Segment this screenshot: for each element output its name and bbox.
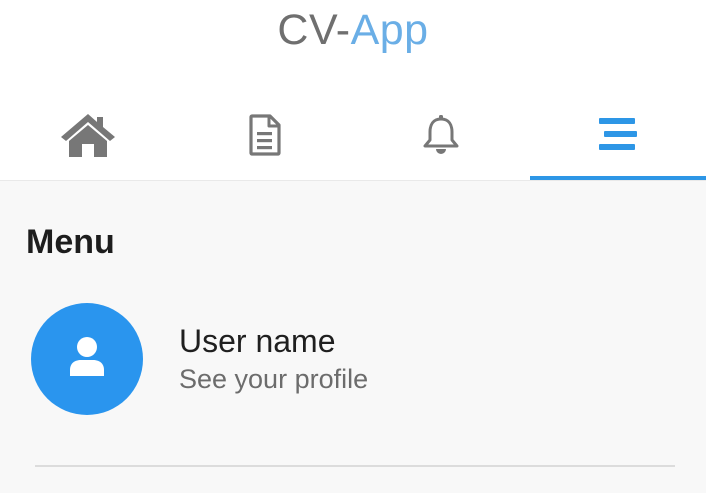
app-header: CV-App [0, 0, 706, 180]
bell-icon [422, 114, 460, 156]
app-title-prefix: CV- [277, 6, 351, 54]
tab-bar [0, 90, 706, 180]
profile-text: User name See your profile [179, 322, 368, 396]
app-title-suffix: App [350, 6, 429, 54]
header-divider [0, 180, 706, 181]
profile-row[interactable]: User name See your profile [31, 303, 671, 415]
section-divider [35, 465, 675, 467]
tab-menu[interactable] [529, 90, 706, 180]
tab-documents[interactable] [177, 90, 354, 180]
profile-name: User name [179, 323, 336, 359]
tab-notifications[interactable] [353, 90, 530, 180]
profile-subtitle: See your profile [179, 364, 369, 394]
app-title: CV-App [0, 6, 706, 54]
tab-home[interactable] [0, 90, 177, 180]
document-icon [248, 114, 282, 156]
home-icon [59, 112, 117, 158]
page-title: Menu [26, 223, 115, 261]
menu-icon [597, 117, 639, 153]
user-icon [66, 336, 108, 382]
avatar [31, 303, 143, 415]
